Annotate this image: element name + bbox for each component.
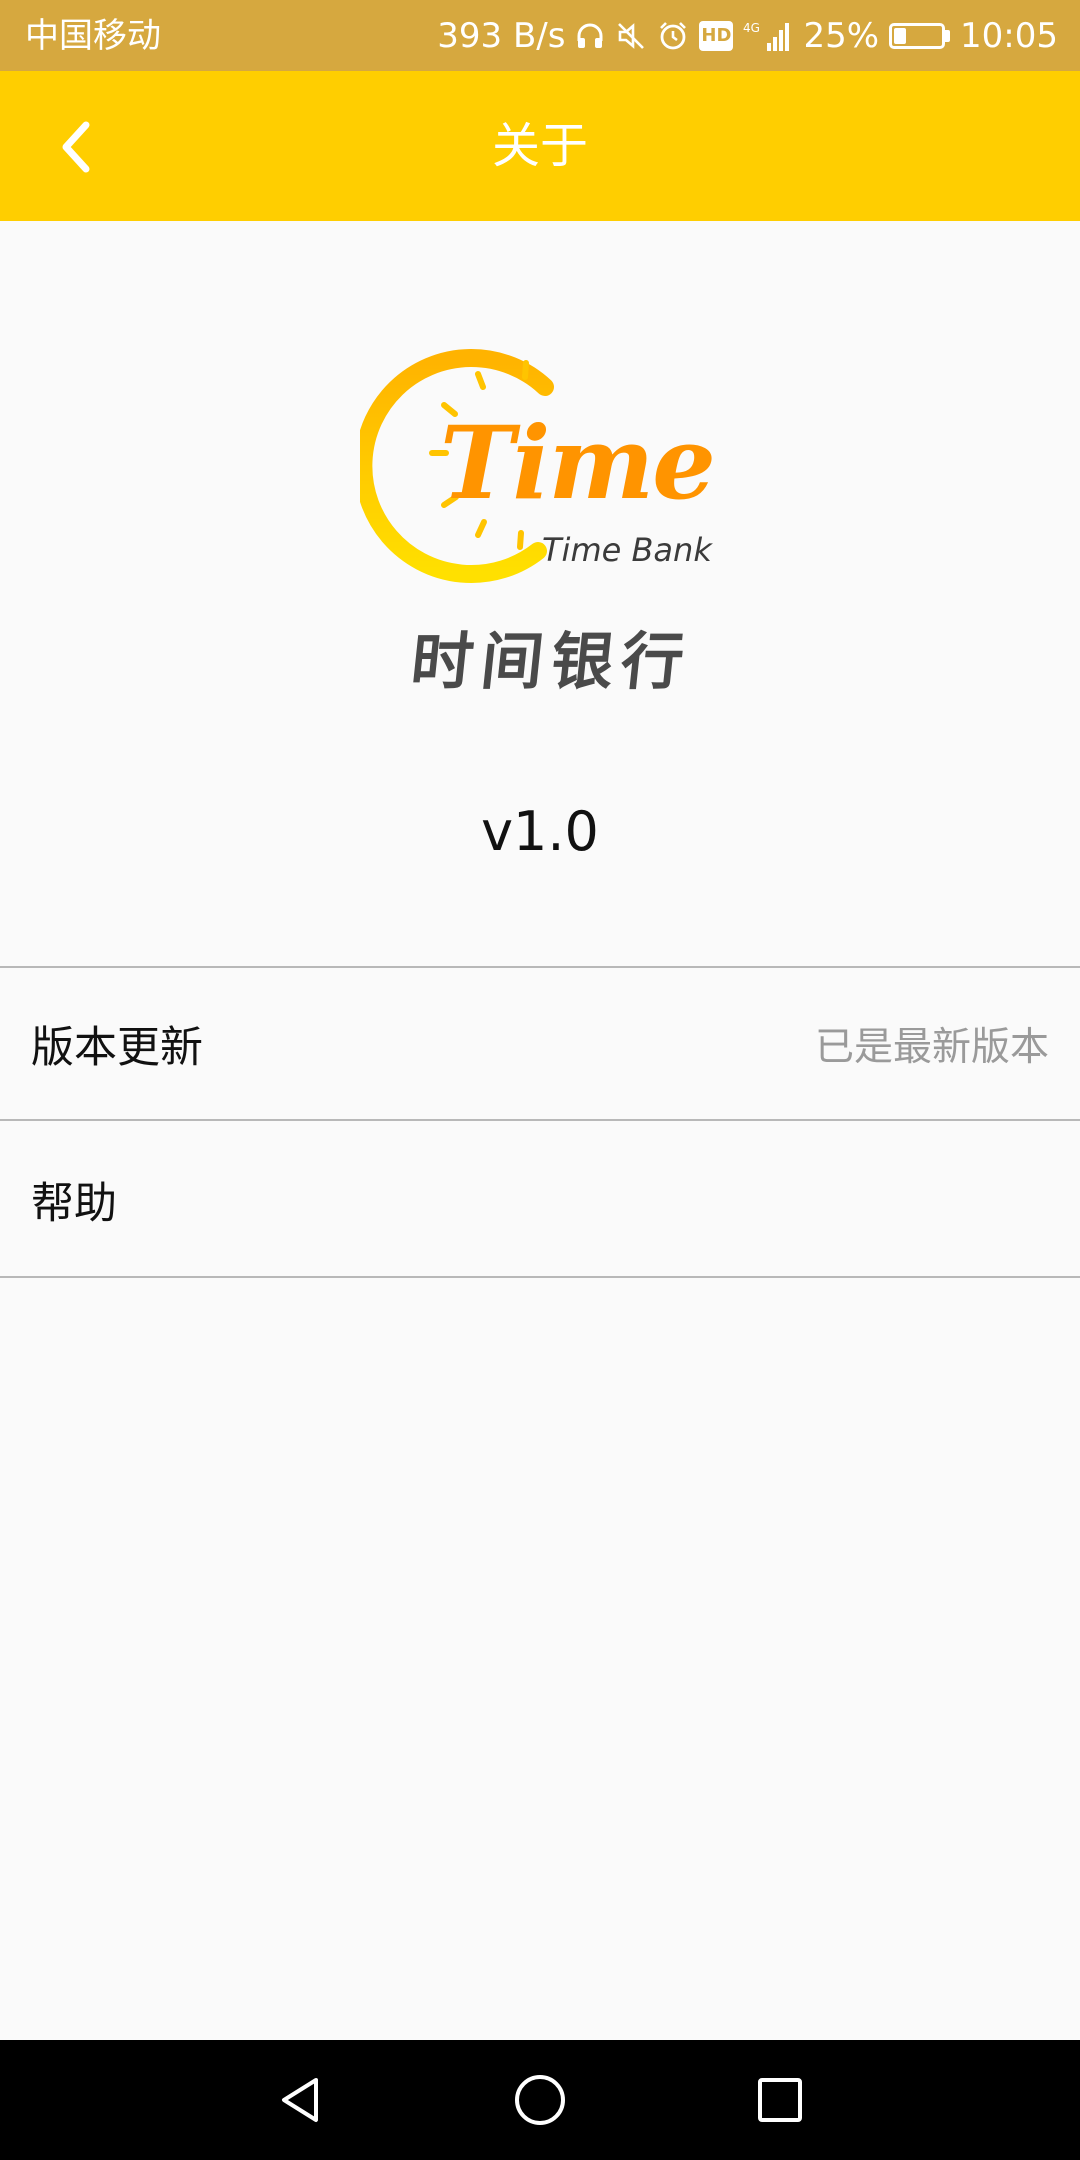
status-bar: 中国移动 393 B/s HD 4G 25% 10:05 [0,0,1080,71]
logo-name-cn: 时间银行 [407,625,696,698]
hd-icon: HD [699,20,734,51]
page-title: 关于 [491,118,588,174]
home-circle-icon [515,2075,565,2125]
recents-square-icon [758,2078,802,2122]
nav-back-button[interactable] [256,2056,344,2144]
network-speed: 393 B/s [437,15,566,56]
status-icons: 393 B/s HD 4G 25% 10:05 [437,0,1058,71]
logo-wordmark: Time [440,404,716,522]
back-triangle-icon [282,2078,318,2122]
version-update-label: 版本更新 [31,1022,203,1073]
mute-icon [615,20,647,52]
4g-signal-icon: 4G [743,19,793,53]
carrier-name: 中国移动 [25,16,161,56]
battery-icon [889,22,951,49]
app-version: v1.0 [481,800,599,863]
app-bar: 关于 [0,71,1080,221]
clock: 10:05 [960,15,1058,56]
alarm-icon [657,20,689,52]
svg-text:4G: 4G [743,21,760,35]
headphones-icon [575,21,605,51]
help-label: 帮助 [31,1178,117,1229]
nav-recents-button[interactable] [736,2056,824,2144]
app-logo: Time Time Bank 时间银行 [360,325,720,698]
logo-subline: Time Bank [542,531,712,569]
battery-percent: 25% [803,15,880,56]
navigation-bar [0,2040,1080,2160]
version-update-row[interactable]: 版本更新 已是最新版本 [0,966,1080,1121]
help-row[interactable]: 帮助 [0,1123,1080,1278]
nav-home-button[interactable] [496,2056,584,2144]
version-update-status: 已是最新版本 [814,1024,1049,1070]
